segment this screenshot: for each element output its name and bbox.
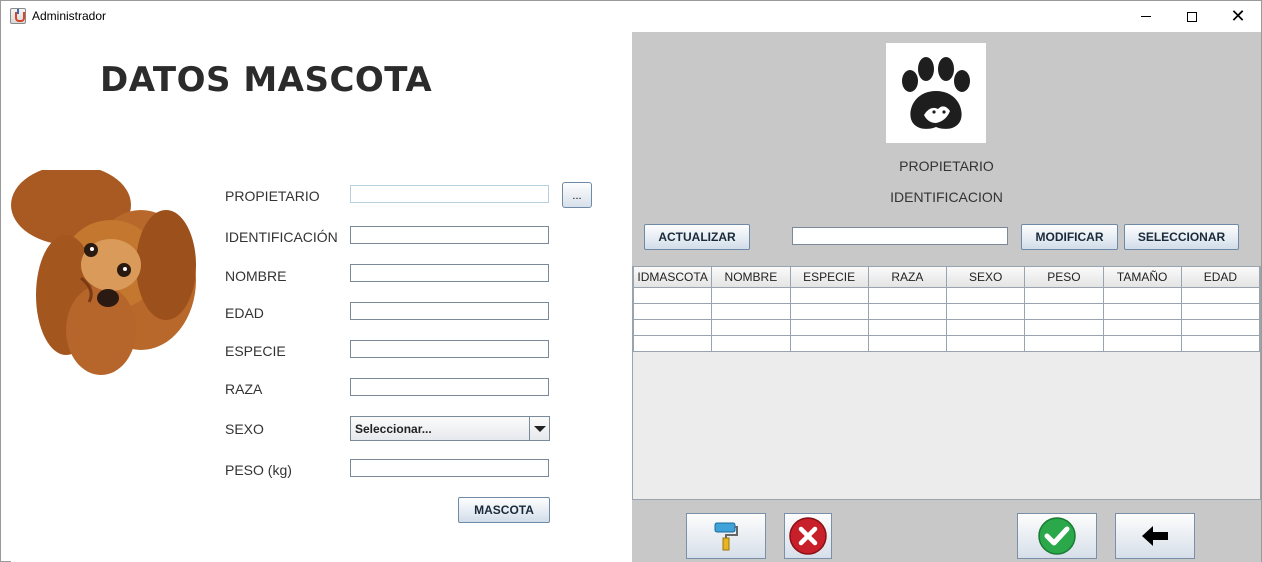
table-header-row: IDMASCOTA NOMBRE ESPECIE RAZA SEXO PESO … <box>632 267 1261 288</box>
table-cell[interactable] <box>632 318 713 336</box>
label-peso: PESO (kg) <box>225 462 292 478</box>
confirm-check-icon <box>1038 517 1076 555</box>
table-cell[interactable] <box>1024 318 1104 336</box>
label-nombre: NOMBRE <box>225 268 287 284</box>
cancel-icon <box>789 517 827 555</box>
paw-logo <box>886 43 986 143</box>
raza-field[interactable] <box>350 378 549 396</box>
column-header-peso[interactable]: PESO <box>1024 267 1104 288</box>
java-app-icon <box>10 8 26 24</box>
column-header-nombre[interactable]: NOMBRE <box>711 267 791 288</box>
edad-field[interactable] <box>350 302 549 320</box>
table-row[interactable] <box>632 318 1261 336</box>
title-bar: Administrador ✕ <box>1 1 1261 32</box>
table-cell[interactable] <box>711 318 791 336</box>
search-input[interactable] <box>792 227 1008 245</box>
table-cell[interactable] <box>632 302 713 320</box>
identificacion-field[interactable] <box>350 226 549 244</box>
table-cell[interactable] <box>711 302 791 320</box>
table-cell[interactable] <box>1180 302 1261 320</box>
table-cell[interactable] <box>789 286 869 304</box>
especie-field[interactable] <box>350 340 549 358</box>
column-header-sexo[interactable]: SEXO <box>945 267 1026 288</box>
nombre-field[interactable] <box>350 264 549 282</box>
label-raza: RAZA <box>225 381 263 397</box>
column-header-idmascota[interactable]: IDMASCOTA <box>632 267 713 288</box>
paw-icon <box>902 57 970 129</box>
table-cell[interactable] <box>632 334 713 352</box>
table-cell[interactable] <box>1102 334 1182 352</box>
table-cell[interactable] <box>1024 286 1104 304</box>
table-cell[interactable] <box>867 302 948 320</box>
table-row[interactable] <box>632 302 1261 320</box>
column-header-tamano[interactable]: TAMAÑO <box>1102 267 1182 288</box>
cancel-button[interactable] <box>784 513 832 559</box>
close-window-button[interactable]: ✕ <box>1215 1 1261 32</box>
table-cell[interactable] <box>1102 318 1182 336</box>
window-title: Administrador <box>32 9 107 23</box>
table-cell[interactable] <box>632 286 713 304</box>
table-cell[interactable] <box>789 334 869 352</box>
table-cell[interactable] <box>1180 318 1261 336</box>
label-propietario: PROPIETARIO <box>225 188 320 204</box>
select-button[interactable]: SELECCIONAR <box>1124 224 1239 250</box>
clear-form-button[interactable] <box>686 513 766 559</box>
table-row[interactable] <box>632 286 1261 304</box>
column-header-raza[interactable]: RAZA <box>867 267 948 288</box>
table-row[interactable] <box>632 334 1261 352</box>
table-cell[interactable] <box>789 318 869 336</box>
propietario-field[interactable] <box>350 185 549 203</box>
minimize-button[interactable] <box>1123 1 1169 32</box>
maximize-button[interactable] <box>1169 1 1215 32</box>
label-identificacion: IDENTIFICACIÓN <box>225 229 338 245</box>
table-cell[interactable] <box>945 286 1026 304</box>
pet-form-panel: DATOS MASCOTA PROPIETARIO ... IDENTIFICA… <box>11 32 632 562</box>
browse-owner-button[interactable]: ... <box>562 182 592 208</box>
owner-id-label: IDENTIFICACION <box>890 189 1003 205</box>
paint-roller-icon <box>714 522 738 551</box>
minimize-icon <box>1141 16 1151 17</box>
table-cell[interactable] <box>1180 334 1261 352</box>
label-edad: EDAD <box>225 305 264 321</box>
column-header-especie[interactable]: ESPECIE <box>789 267 869 288</box>
confirm-button[interactable] <box>1017 513 1097 559</box>
close-icon: ✕ <box>1230 5 1246 27</box>
refresh-button[interactable]: ACTUALIZAR <box>644 224 750 250</box>
table-cell[interactable] <box>1024 302 1104 320</box>
save-pet-button[interactable]: MASCOTA <box>458 497 550 523</box>
table-cell[interactable] <box>711 286 791 304</box>
table-cell[interactable] <box>1024 334 1104 352</box>
pets-table-viewport[interactable]: IDMASCOTA NOMBRE ESPECIE RAZA SEXO PESO … <box>632 266 1261 500</box>
modify-button[interactable]: MODIFICAR <box>1021 224 1118 250</box>
pets-table: IDMASCOTA NOMBRE ESPECIE RAZA SEXO PESO … <box>632 267 1261 352</box>
table-cell[interactable] <box>867 286 948 304</box>
pet-list-panel: PROPIETARIO IDENTIFICACION ACTUALIZAR MO… <box>632 32 1261 562</box>
table-cell[interactable] <box>867 318 948 336</box>
column-header-edad[interactable]: EDAD <box>1180 267 1261 288</box>
sexo-select[interactable]: Seleccionar... <box>350 416 550 441</box>
table-cell[interactable] <box>945 334 1026 352</box>
table-cell[interactable] <box>1102 286 1182 304</box>
table-cell[interactable] <box>711 334 791 352</box>
label-sexo: SEXO <box>225 421 264 437</box>
peso-field[interactable] <box>350 459 549 477</box>
table-cell[interactable] <box>867 334 948 352</box>
dog-photo <box>11 170 196 375</box>
owner-name-label: PROPIETARIO <box>899 158 994 174</box>
page-title: DATOS MASCOTA <box>100 60 433 100</box>
label-especie: ESPECIE <box>225 343 286 359</box>
table-cell[interactable] <box>945 302 1026 320</box>
maximize-icon <box>1187 11 1197 22</box>
table-cell[interactable] <box>1180 286 1261 304</box>
back-button[interactable] <box>1115 513 1195 559</box>
sexo-select-value: Seleccionar... <box>355 421 432 436</box>
chevron-down-icon[interactable] <box>529 417 549 440</box>
app-window: Administrador ✕ DATOS MASCOTA PROPIETARI… <box>0 0 1262 562</box>
back-arrow-icon <box>1142 526 1168 546</box>
table-cell[interactable] <box>789 302 869 320</box>
table-cell[interactable] <box>1102 302 1182 320</box>
table-cell[interactable] <box>945 318 1026 336</box>
